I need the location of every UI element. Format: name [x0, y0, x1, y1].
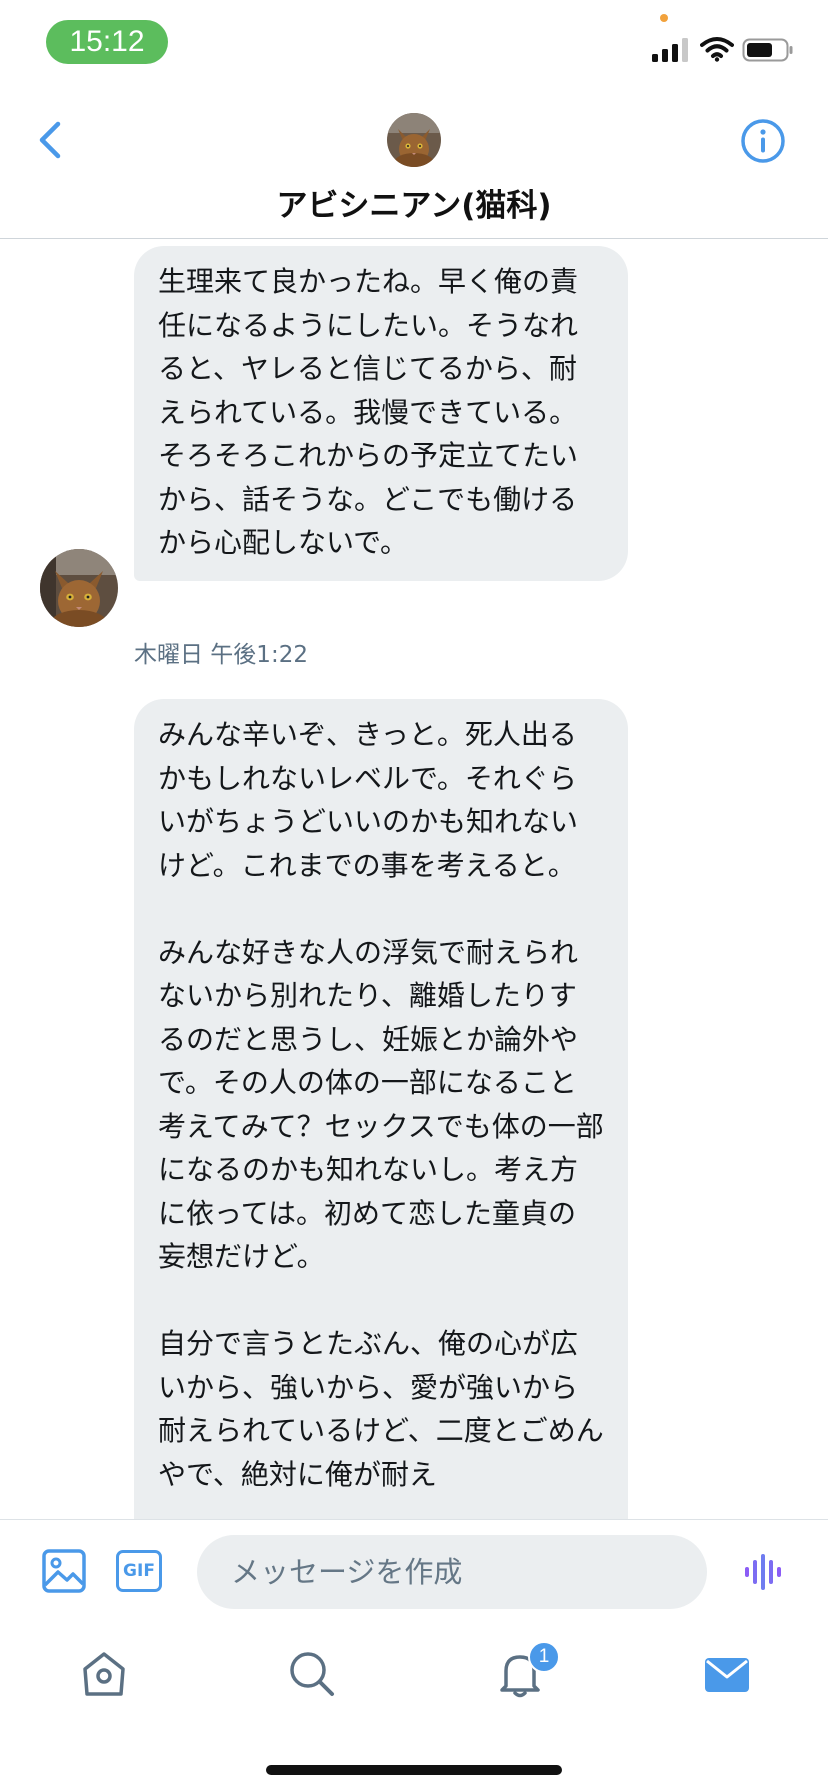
notification-badge[interactable]: 1: [528, 1641, 560, 1673]
mail-icon[interactable]: [701, 1648, 753, 1700]
received-message-bubble[interactable]: 生理来て良かったね。早く俺の責任になるようにしたい。そうなれると、ヤレると信じて…: [134, 246, 628, 581]
message-input[interactable]: [197, 1535, 707, 1609]
wifi-icon: [700, 37, 734, 62]
gif-button[interactable]: GIF: [116, 1550, 162, 1592]
battery-icon: [742, 38, 793, 62]
voice-message-icon[interactable]: [744, 1554, 784, 1590]
message-timestamp: 木曜日 午後1:22: [134, 642, 308, 668]
contact-avatar[interactable]: [387, 113, 441, 167]
composer-divider: [0, 1519, 828, 1520]
search-icon[interactable]: [286, 1648, 338, 1700]
home-icon[interactable]: [78, 1648, 130, 1700]
status-time: 15:12: [46, 20, 168, 64]
conversation-title[interactable]: アビシニアン(猫科): [0, 180, 828, 225]
privacy-indicator-dot: [660, 14, 668, 22]
info-icon[interactable]: [740, 118, 786, 164]
sender-avatar[interactable]: [40, 549, 118, 627]
image-icon[interactable]: [42, 1549, 86, 1593]
home-indicator[interactable]: [266, 1765, 562, 1775]
dm-conversation-screen: 15:12 アビシニアン(猫科) 生理来て良かったね。早く俺の責任になるようにし…: [0, 0, 828, 1792]
message-list[interactable]: 生理来て良かったね。早く俺の責任になるようにしたい。そうなれると、ヤレると信じて…: [0, 239, 828, 1519]
back-button[interactable]: [30, 118, 70, 162]
cellular-signal-icon: [652, 38, 688, 62]
received-message-bubble[interactable]: みんな辛いぞ、きっと。死人出るかもしれないレベルで。それぐらいがちょうどいいのか…: [134, 699, 628, 1519]
